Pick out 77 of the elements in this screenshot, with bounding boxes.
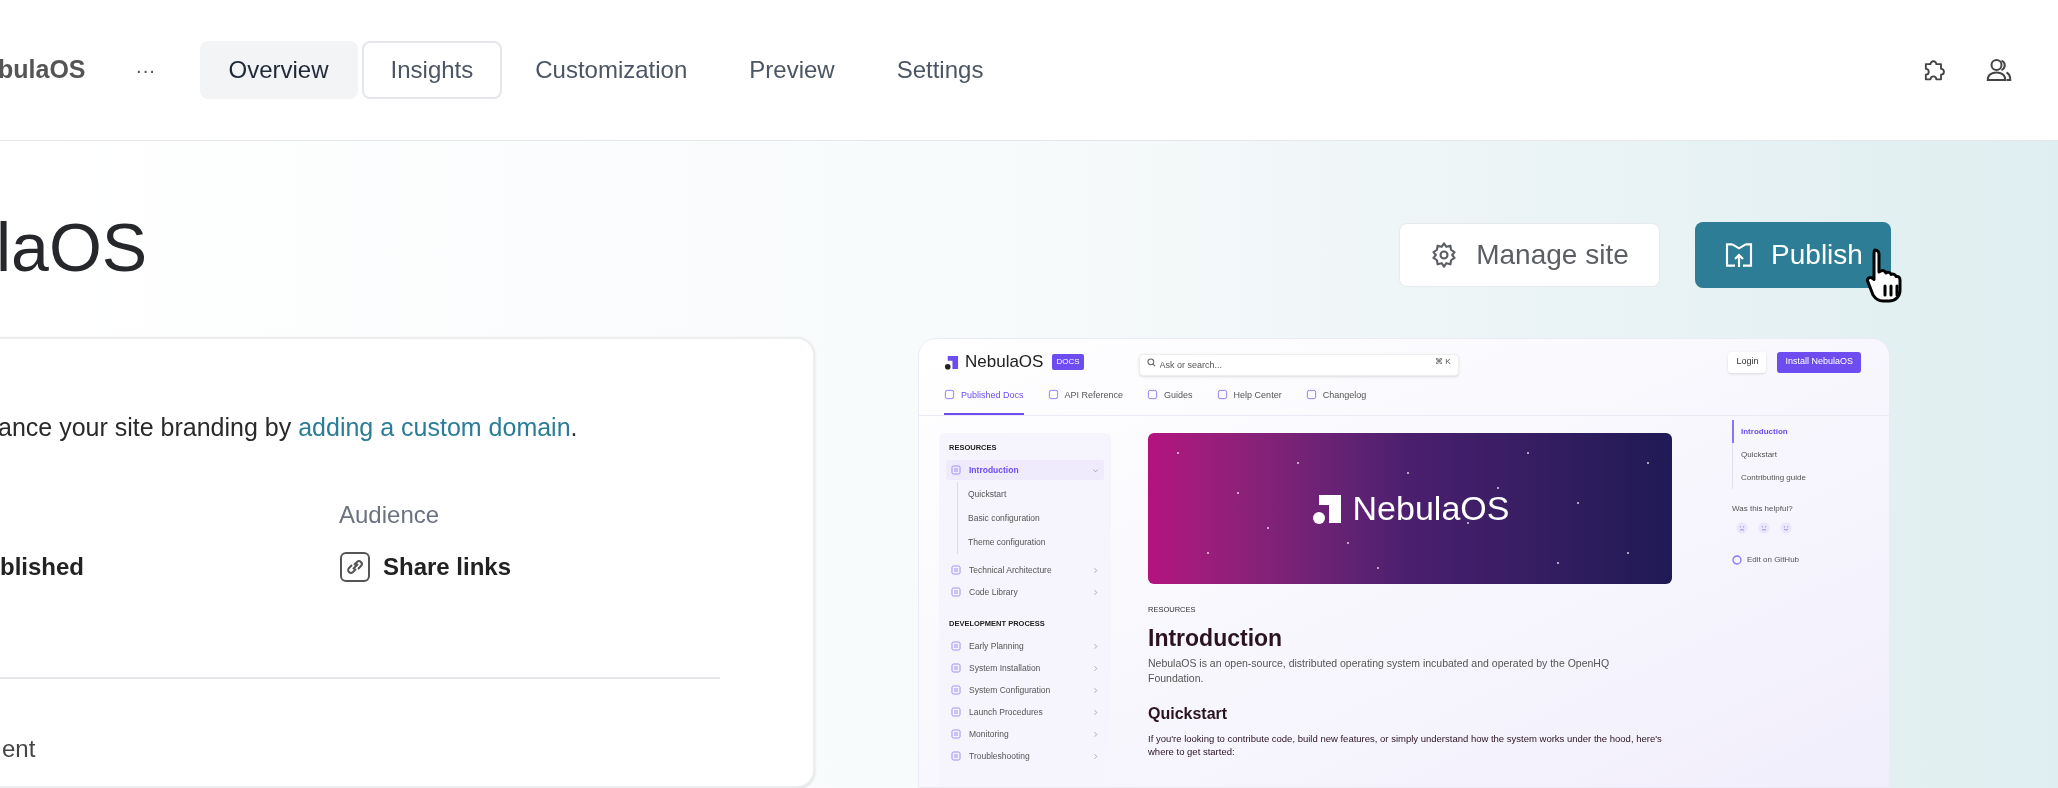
nav-tab[interactable]: Settings — [867, 41, 1013, 99]
page-icon — [951, 641, 961, 651]
feedback-question: Was this helpful? — [1732, 503, 1794, 515]
docs-nav-tab[interactable]: Changelog — [1305, 389, 1367, 415]
chevron-right-icon — [1092, 752, 1099, 760]
section-label: ent — [2, 736, 37, 761]
banner-title: NebulaOS — [1352, 488, 1510, 529]
nav-tab[interactable]: Customization — [506, 41, 717, 99]
docs-nav-tab[interactable]: API Reference — [1047, 389, 1124, 415]
chevron-right-icon — [1092, 642, 1099, 650]
toc-link[interactable]: Quickstart — [1732, 443, 1806, 466]
toc-link[interactable]: Introduction — [1732, 420, 1806, 443]
sidebar-item[interactable]: Technical Architecture — [946, 560, 1104, 580]
shortcut-hint: ⌘ K — [1435, 356, 1451, 368]
edit-github-link[interactable]: Edit on GitHub — [1732, 554, 1806, 566]
brand-name: NebulaOS — [965, 351, 1044, 374]
app-name: bulaOS — [0, 54, 86, 86]
sidebar-item[interactable]: System Configuration — [946, 680, 1104, 700]
sidebar-item[interactable]: Monitoring — [946, 724, 1104, 744]
chevron-right-icon — [1092, 566, 1099, 574]
chevron-right-icon — [1092, 686, 1099, 694]
logo-icon — [944, 354, 959, 370]
nav-tab[interactable]: Overview — [199, 41, 358, 99]
chevron-right-icon — [1092, 588, 1099, 596]
sidebar-subitem[interactable]: Theme configuration — [968, 530, 1104, 554]
tab-icon — [1305, 389, 1317, 400]
sidebar-item[interactable]: System Installation — [946, 658, 1104, 678]
neutral-face-icon[interactable] — [1758, 522, 1770, 534]
smile-face-icon[interactable] — [1780, 522, 1792, 534]
sidebar-item[interactable]: Code Library — [946, 582, 1104, 602]
chevron-down-icon — [1092, 466, 1099, 474]
logo-icon — [1310, 492, 1343, 525]
sidebar-item[interactable]: Introduction — [946, 460, 1104, 480]
chevron-right-icon — [1092, 730, 1099, 738]
toc-link[interactable]: Contributing guide — [1732, 466, 1806, 489]
tab-icon — [1147, 389, 1159, 400]
docs-nav-tab[interactable]: Published Docs — [944, 389, 1024, 415]
sad-face-icon[interactable] — [1736, 522, 1748, 534]
docs-badge: DOCS — [1052, 354, 1084, 370]
nav-tab[interactable]: Insights — [361, 41, 503, 99]
field-value: blished — [0, 551, 84, 582]
tab-icon — [1047, 389, 1059, 400]
field-label: Audience — [339, 500, 440, 528]
link-icon — [339, 550, 371, 583]
chevron-right-icon — [1092, 708, 1099, 716]
sidebar-item[interactable]: Early Planning — [946, 636, 1104, 656]
article-intro: NebulaOS is an open-source, distributed operating system incubated and operated by the OpenHQ Foundation. — [1148, 656, 1611, 686]
manage-site-button[interactable]: Manage site — [1399, 223, 1660, 287]
chevron-right-icon — [1092, 664, 1099, 672]
section-text: If you're looking to contribute code, build new features, or simply understand how the system works under the hood, here's where to get started: — [1148, 732, 1663, 758]
article-title: Introduction — [1148, 625, 1284, 651]
sidebar-subitem[interactable]: Basic configuration — [968, 506, 1104, 530]
page-icon — [951, 707, 961, 717]
custom-domain-link[interactable]: adding a custom domain — [298, 413, 571, 441]
install-button[interactable]: Install NebulaOS — [1777, 351, 1861, 373]
login-button[interactable]: Login — [1728, 351, 1767, 373]
docs-nav-tab[interactable]: Guides — [1147, 389, 1193, 415]
page-icon — [951, 663, 961, 673]
page-title: laOS — [0, 211, 149, 283]
field-value: Share links — [383, 551, 512, 582]
page-icon — [951, 465, 961, 475]
page-icon — [951, 565, 961, 575]
tab-icon — [1216, 389, 1228, 400]
page-icon — [951, 685, 961, 695]
sidebar-item[interactable]: Troubleshooting — [946, 746, 1104, 766]
page-icon — [951, 587, 961, 597]
page-icon — [951, 729, 961, 739]
search-icon — [1146, 358, 1156, 367]
publish-button[interactable]: Publish — [1695, 222, 1891, 288]
docs-nav-tab[interactable]: Help Center — [1216, 389, 1282, 415]
tab-icon — [944, 389, 955, 400]
more-button[interactable]: ··· — [135, 55, 156, 85]
section-heading: Quickstart — [1148, 704, 1229, 724]
sidebar-subitem[interactable]: Quickstart — [968, 482, 1104, 506]
page-icon — [951, 751, 961, 761]
sidebar-item[interactable]: Launch Procedures — [946, 702, 1104, 722]
nav-tab[interactable]: Preview — [720, 41, 864, 99]
